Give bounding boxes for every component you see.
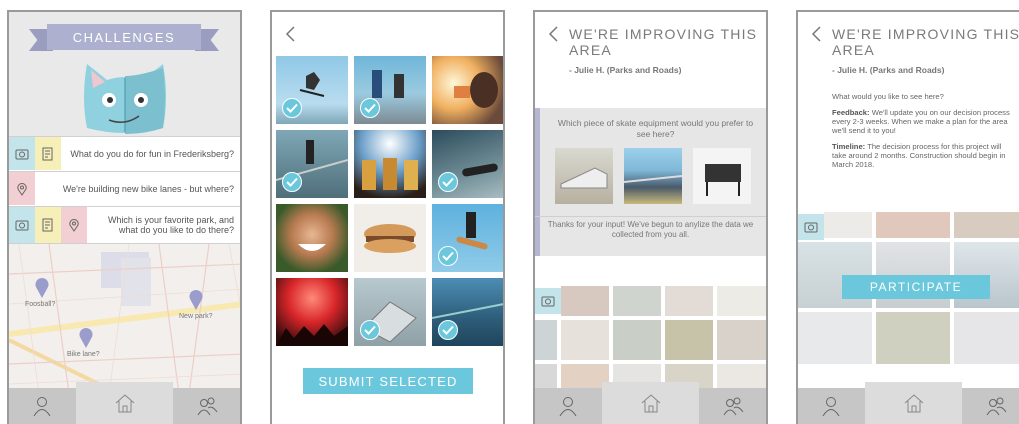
info-text: What would you like to see here? Feedbac… bbox=[832, 92, 1017, 176]
photo-tile[interactable] bbox=[432, 278, 503, 346]
photo-grid bbox=[276, 56, 503, 346]
map-view[interactable]: Foosball? New park? Bike lane? bbox=[9, 244, 240, 388]
camera-icon bbox=[541, 296, 555, 307]
nav-community[interactable] bbox=[699, 388, 766, 424]
challenge-row-bike-lanes[interactable]: We're building new bike lanes - but wher… bbox=[9, 171, 240, 205]
map-pin-icon bbox=[69, 219, 79, 232]
photo-tile[interactable] bbox=[354, 278, 426, 346]
nav-home[interactable] bbox=[75, 382, 174, 424]
community-icon bbox=[723, 397, 743, 416]
poll-option-box[interactable] bbox=[693, 148, 751, 204]
nav-home[interactable] bbox=[864, 382, 963, 424]
checkmark-icon bbox=[438, 320, 458, 340]
intro-text: What would you like to see here? bbox=[832, 92, 944, 101]
community-icon bbox=[197, 397, 217, 416]
camera-icon bbox=[15, 149, 29, 159]
challenge-text: What do you do for fun in Frederiksberg? bbox=[70, 148, 234, 159]
page-title: WE'RE IMPROVING THIS AREA bbox=[832, 26, 1019, 58]
photo-collage bbox=[535, 286, 766, 390]
nav-community[interactable] bbox=[173, 388, 240, 424]
poll-option-ramp[interactable] bbox=[555, 148, 613, 204]
photo-tile[interactable] bbox=[276, 278, 348, 346]
home-icon bbox=[115, 394, 134, 413]
map-pin-icon bbox=[17, 182, 27, 196]
home-icon bbox=[904, 394, 923, 413]
nav-profile[interactable] bbox=[798, 388, 865, 424]
camera-icon bbox=[15, 220, 29, 231]
pin-label: New park? bbox=[179, 313, 213, 320]
nav-profile[interactable] bbox=[9, 388, 76, 424]
photo-tile[interactable] bbox=[432, 130, 503, 198]
photo-tile[interactable] bbox=[276, 204, 348, 272]
poll-question: Which piece of skate equipment would you… bbox=[557, 118, 754, 139]
checkmark-icon bbox=[282, 98, 302, 118]
thanks-message: Thanks for your input! We've begun to an… bbox=[547, 220, 754, 239]
improving-area-info-screen: WE'RE IMPROVING THIS AREA - Julie H. (Pa… bbox=[796, 10, 1019, 424]
map-marker[interactable] bbox=[35, 278, 49, 298]
photo-tile[interactable] bbox=[354, 130, 426, 198]
pin-label: Bike lane? bbox=[67, 351, 100, 358]
checkmark-icon bbox=[360, 98, 380, 118]
checkmark-icon bbox=[438, 246, 458, 266]
photo-tile[interactable] bbox=[276, 56, 348, 124]
bottom-nav bbox=[9, 382, 240, 424]
feedback-label: Feedback: bbox=[832, 108, 870, 117]
checkmark-icon bbox=[360, 320, 380, 340]
photo-select-screen: SUBMIT SELECTED bbox=[270, 10, 505, 424]
poll-option-rail[interactable] bbox=[624, 148, 682, 204]
pin-label: Foosball? bbox=[25, 301, 56, 308]
timeline-label: Timeline: bbox=[832, 142, 866, 151]
challenge-row-park[interactable]: Which is your favorite park, and what do… bbox=[9, 206, 240, 244]
poll-card: Which piece of skate equipment would you… bbox=[535, 108, 766, 256]
photo-tile[interactable] bbox=[276, 130, 348, 198]
photo-tile[interactable] bbox=[354, 56, 426, 124]
challenges-screen: CHALLENGES What do you do for fun in Fre… bbox=[7, 10, 242, 424]
submit-selected-button[interactable]: SUBMIT SELECTED bbox=[303, 368, 473, 394]
checkmark-icon bbox=[282, 172, 302, 192]
challenges-banner: CHALLENGES bbox=[29, 24, 219, 51]
camera-icon bbox=[804, 222, 818, 233]
back-arrow-icon[interactable] bbox=[284, 26, 296, 42]
cat-mascot-icon bbox=[84, 64, 166, 134]
improving-area-poll-screen: WE'RE IMPROVING THIS AREA - Julie H. (Pa… bbox=[533, 10, 768, 424]
photo-tile[interactable] bbox=[354, 204, 426, 272]
bottom-nav bbox=[535, 382, 766, 424]
home-icon bbox=[641, 394, 660, 413]
note-icon bbox=[42, 147, 53, 160]
photo-tile[interactable] bbox=[432, 56, 503, 124]
back-arrow-icon[interactable] bbox=[547, 26, 559, 42]
challenge-text: We're building new bike lanes - but wher… bbox=[62, 183, 234, 194]
community-icon bbox=[986, 397, 1006, 416]
header-area: CHALLENGES bbox=[9, 12, 240, 136]
nav-home[interactable] bbox=[601, 382, 700, 424]
profile-icon bbox=[560, 397, 577, 417]
note-icon bbox=[42, 218, 53, 232]
profile-icon bbox=[34, 397, 51, 417]
page-title: WE'RE IMPROVING THIS AREA bbox=[569, 26, 758, 58]
map-marker[interactable] bbox=[189, 290, 203, 310]
page-subtitle: - Julie H. (Parks and Roads) bbox=[832, 65, 945, 75]
challenge-text: Which is your favorite park, and what do… bbox=[107, 215, 234, 235]
participate-button[interactable]: PARTICIPATE bbox=[842, 275, 990, 299]
challenge-row-fun[interactable]: What do you do for fun in Frederiksberg? bbox=[9, 136, 240, 170]
banner-title: CHALLENGES bbox=[47, 24, 201, 50]
page-subtitle: - Julie H. (Parks and Roads) bbox=[569, 65, 682, 75]
bottom-nav bbox=[798, 382, 1019, 424]
profile-icon bbox=[823, 397, 840, 417]
map-marker[interactable] bbox=[79, 328, 93, 348]
nav-profile[interactable] bbox=[535, 388, 602, 424]
photo-tile[interactable] bbox=[432, 204, 503, 272]
back-arrow-icon[interactable] bbox=[810, 26, 822, 42]
nav-community[interactable] bbox=[962, 388, 1019, 424]
checkmark-icon bbox=[438, 172, 458, 192]
